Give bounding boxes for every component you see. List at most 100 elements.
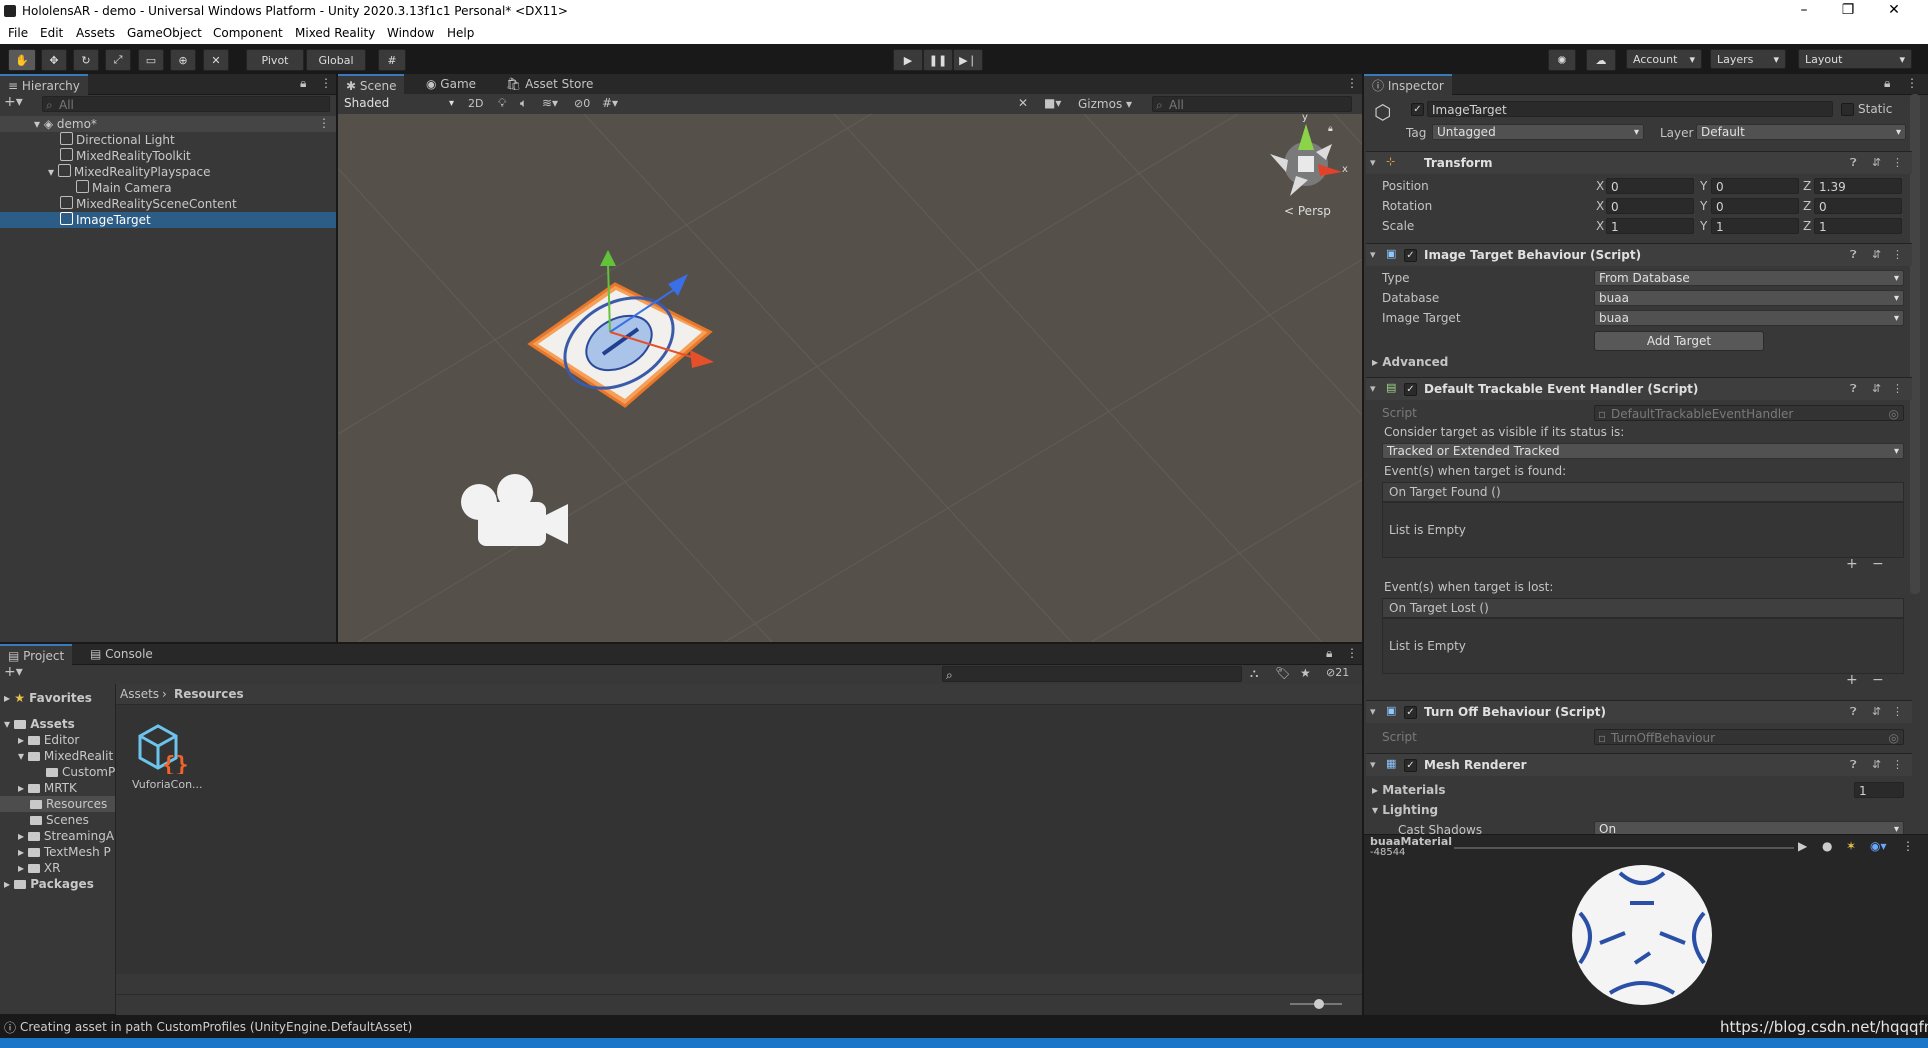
global-button[interactable]: Global bbox=[306, 49, 366, 71]
advanced-foldout[interactable]: ▸ Advanced bbox=[1372, 355, 1448, 369]
pause-button[interactable]: ❚❚ bbox=[923, 49, 953, 71]
camera-settings-icon[interactable]: ■▾ bbox=[1044, 96, 1061, 110]
scale-x-field[interactable]: 1 bbox=[1606, 218, 1694, 234]
rotation-x-field[interactable]: 0 bbox=[1606, 198, 1694, 214]
favorite-star-icon[interactable]: ★ bbox=[1300, 666, 1311, 680]
menu-file[interactable]: File bbox=[8, 26, 28, 40]
scene-viewport[interactable]: y x 🔒︎ < Persp bbox=[338, 114, 1362, 642]
help-icon[interactable]: ❓︎ bbox=[1850, 382, 1857, 396]
folder-item[interactable]: ▸ MRTK bbox=[18, 780, 77, 796]
hierarchy-item-selected[interactable]: ImageTarget bbox=[60, 212, 151, 228]
help-icon[interactable]: ❓︎ bbox=[1850, 705, 1857, 719]
breadcrumb-assets[interactable]: Assets bbox=[120, 687, 159, 701]
folder-item[interactable]: ▸ XR bbox=[18, 860, 60, 876]
materials-foldout[interactable]: ▸ Materials bbox=[1372, 783, 1446, 797]
menu-window[interactable]: Window bbox=[387, 26, 434, 40]
menu-edit[interactable]: Edit bbox=[40, 26, 63, 40]
preview-shape-icon[interactable]: ◉▾ bbox=[1870, 839, 1887, 853]
object-name-field[interactable]: ImageTarget bbox=[1427, 101, 1833, 117]
tab-game[interactable]: ◉ Game bbox=[418, 74, 484, 94]
status-dropdown[interactable]: Tracked or Extended Tracked bbox=[1382, 443, 1904, 459]
menu-assets[interactable]: Assets bbox=[76, 26, 115, 40]
scene-more-icon[interactable]: ⋮ bbox=[318, 116, 330, 130]
image-target-plane[interactable] bbox=[527, 279, 713, 408]
cloud-icon[interactable]: ☁ bbox=[1586, 49, 1616, 71]
close-icon[interactable]: ✕ bbox=[1874, 2, 1914, 18]
maximize-icon[interactable]: ❐ bbox=[1828, 2, 1868, 18]
folder-item-selected[interactable]: Resources bbox=[30, 796, 107, 812]
menu-component[interactable]: Component bbox=[213, 26, 283, 40]
add-target-button[interactable]: Add Target bbox=[1594, 331, 1764, 351]
config-asset-icon[interactable]: {} bbox=[136, 722, 188, 774]
lock-icon[interactable]: 🔒︎ bbox=[1326, 646, 1332, 661]
hidden-packages-toggle[interactable]: ⊘21 bbox=[1326, 666, 1349, 679]
lighting-foldout[interactable]: ▾ Lighting bbox=[1372, 803, 1438, 817]
enabled-checkbox[interactable]: ✓ bbox=[1404, 706, 1417, 719]
hand-tool-icon[interactable]: ✋ bbox=[8, 49, 36, 71]
create-icon[interactable]: +▾ bbox=[4, 664, 23, 680]
materials-count-field[interactable]: 1 bbox=[1854, 782, 1904, 798]
zoom-slider-handle[interactable] bbox=[1314, 999, 1324, 1009]
tools-icon[interactable]: ✕ bbox=[1018, 96, 1028, 110]
move-tool-icon[interactable]: ✥ bbox=[41, 49, 67, 71]
assets-item[interactable]: ▾ Assets bbox=[4, 716, 75, 732]
scale-z-field[interactable]: 1 bbox=[1814, 218, 1902, 234]
static-checkbox[interactable] bbox=[1841, 103, 1854, 116]
hierarchy-item[interactable]: ▾ MixedRealityPlayspace bbox=[48, 164, 211, 180]
rotation-y-field[interactable]: 0 bbox=[1711, 198, 1799, 214]
filter-label-icon[interactable]: 🏷︎ bbox=[1275, 666, 1290, 680]
lock-icon[interactable]: 🔒︎ bbox=[1884, 76, 1890, 91]
audio-icon[interactable]: 🔈︎ bbox=[520, 96, 527, 111]
more-menu-icon[interactable]: ⋮ bbox=[1892, 382, 1903, 395]
type-dropdown[interactable]: From Database bbox=[1594, 270, 1904, 286]
help-icon[interactable]: ❓︎ bbox=[1850, 758, 1857, 772]
more-menu-icon[interactable]: ⋮ bbox=[1902, 839, 1914, 853]
hidden-objects-toggle[interactable]: ⊘0 bbox=[574, 97, 590, 110]
help-icon[interactable]: ❓︎ bbox=[1850, 248, 1857, 262]
scale-tool-icon[interactable]: ⤢ bbox=[105, 49, 131, 71]
position-z-field[interactable]: 1.39 bbox=[1814, 178, 1902, 194]
mode-2d-toggle[interactable]: 2D bbox=[468, 97, 483, 110]
event-handler-header[interactable]: ▾ ▤ ✓ Default Trackable Event Handler (S… bbox=[1366, 377, 1912, 400]
position-y-field[interactable]: 0 bbox=[1711, 178, 1799, 194]
tab-asset-store[interactable]: 🛍︎ Asset Store bbox=[498, 74, 601, 94]
tab-inspector[interactable]: ⓘ Inspector bbox=[1364, 74, 1452, 96]
menu-gameobject[interactable]: GameObject bbox=[127, 26, 202, 40]
more-menu-icon[interactable]: ⋮ bbox=[1346, 76, 1358, 90]
active-checkbox[interactable]: ✓ bbox=[1411, 103, 1424, 116]
image-target-dropdown[interactable]: buaa bbox=[1594, 310, 1904, 326]
hierarchy-search-input[interactable]: ⌕ All bbox=[42, 96, 330, 112]
packages-item[interactable]: ▸ Packages bbox=[4, 876, 94, 892]
step-button[interactable]: ▶❘ bbox=[953, 49, 983, 71]
remove-event-icon[interactable]: − bbox=[1872, 672, 1884, 688]
preset-icon[interactable]: ⇵ bbox=[1872, 248, 1881, 261]
layers-dropdown[interactable]: Layers ▾ bbox=[1710, 49, 1786, 69]
folder-item[interactable]: ▸ TextMesh P bbox=[18, 844, 111, 860]
hierarchy-item[interactable]: MixedRealitySceneContent bbox=[60, 196, 237, 212]
lock-icon[interactable]: 🔒︎ bbox=[1328, 124, 1333, 134]
transform-header[interactable]: ▾ ⊹ Transform ❓︎ ⇵ ⋮ bbox=[1366, 151, 1912, 174]
more-menu-icon[interactable]: ⋮ bbox=[1906, 76, 1918, 90]
more-menu-icon[interactable]: ⋮ bbox=[1892, 156, 1903, 169]
tab-project[interactable]: ▤ Project bbox=[0, 644, 73, 666]
preset-icon[interactable]: ⇵ bbox=[1872, 156, 1881, 169]
add-event-icon[interactable]: + bbox=[1846, 556, 1858, 572]
scale-y-field[interactable]: 1 bbox=[1711, 218, 1799, 234]
sphere-icon[interactable]: ● bbox=[1822, 839, 1832, 853]
lighting-icon[interactable]: 💡︎ bbox=[498, 96, 506, 111]
enabled-checkbox[interactable]: ✓ bbox=[1404, 383, 1417, 396]
preset-icon[interactable]: ⇵ bbox=[1872, 705, 1881, 718]
pivot-button[interactable]: Pivot bbox=[246, 49, 304, 71]
hierarchy-item[interactable]: Directional Light bbox=[60, 132, 175, 148]
tab-scene[interactable]: ✱ Scene bbox=[338, 74, 405, 96]
hierarchy-item[interactable]: MixedRealityToolkit bbox=[60, 148, 191, 164]
more-menu-icon[interactable]: ⋮ bbox=[1892, 705, 1903, 718]
more-menu-icon[interactable]: ⋮ bbox=[1892, 248, 1903, 261]
folder-item[interactable]: ▸ Editor bbox=[18, 732, 79, 748]
tag-dropdown[interactable]: Untagged bbox=[1432, 124, 1644, 140]
filter-type-icon[interactable]: ⛬ bbox=[1250, 666, 1258, 681]
folder-item[interactable]: ▾ MixedRealit bbox=[18, 748, 113, 764]
preset-icon[interactable]: ⇵ bbox=[1872, 758, 1881, 771]
custom-tool-icon[interactable]: ✕ bbox=[203, 49, 229, 71]
mesh-renderer-header[interactable]: ▾ ▦ ✓ Mesh Renderer ❓︎ ⇵ ⋮ bbox=[1366, 753, 1912, 776]
